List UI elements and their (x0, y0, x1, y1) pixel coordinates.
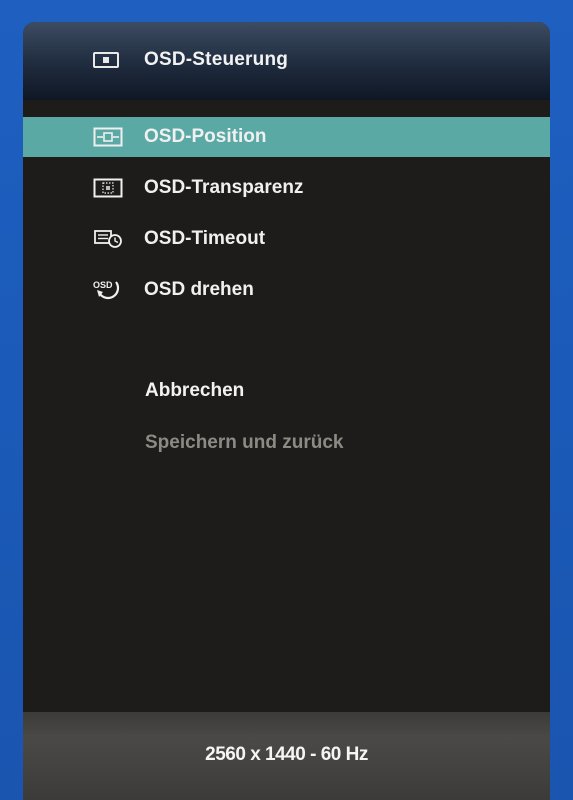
osd-panel: OSD-Steuerung OSD-Position OSD-Transpare… (23, 22, 550, 800)
menu-item-osd-transparency[interactable]: OSD-Transparenz (23, 168, 550, 208)
osd-position-icon (92, 126, 124, 148)
status-footer: 2560 x 1440 - 60 Hz (23, 712, 550, 800)
page-title: OSD-Steuerung (144, 49, 289, 70)
resolution-readout: 2560 x 1440 - 60 Hz (205, 744, 368, 765)
osd-control-icon (93, 52, 119, 68)
menu-item-osd-timeout[interactable]: OSD-Timeout (23, 219, 550, 259)
menu-item-label: OSD-Timeout (144, 228, 266, 249)
save-and-return-button[interactable]: Speichern und zurück (145, 432, 343, 454)
osd-header: OSD-Steuerung (23, 22, 550, 100)
menu-item-osd-position[interactable]: OSD-Position (23, 117, 550, 157)
menu-item-osd-rotate[interactable]: OSD OSD drehen (23, 270, 550, 310)
menu-item-label: OSD drehen (144, 279, 254, 300)
menu-item-label: OSD-Transparenz (144, 177, 304, 198)
cancel-button[interactable]: Abbrechen (145, 380, 244, 402)
osd-rotate-icon: OSD (92, 279, 124, 301)
menu-item-label: OSD-Position (144, 126, 267, 147)
osd-timeout-icon (92, 228, 124, 250)
svg-text:OSD: OSD (93, 280, 113, 290)
osd-transparency-icon (92, 177, 124, 199)
